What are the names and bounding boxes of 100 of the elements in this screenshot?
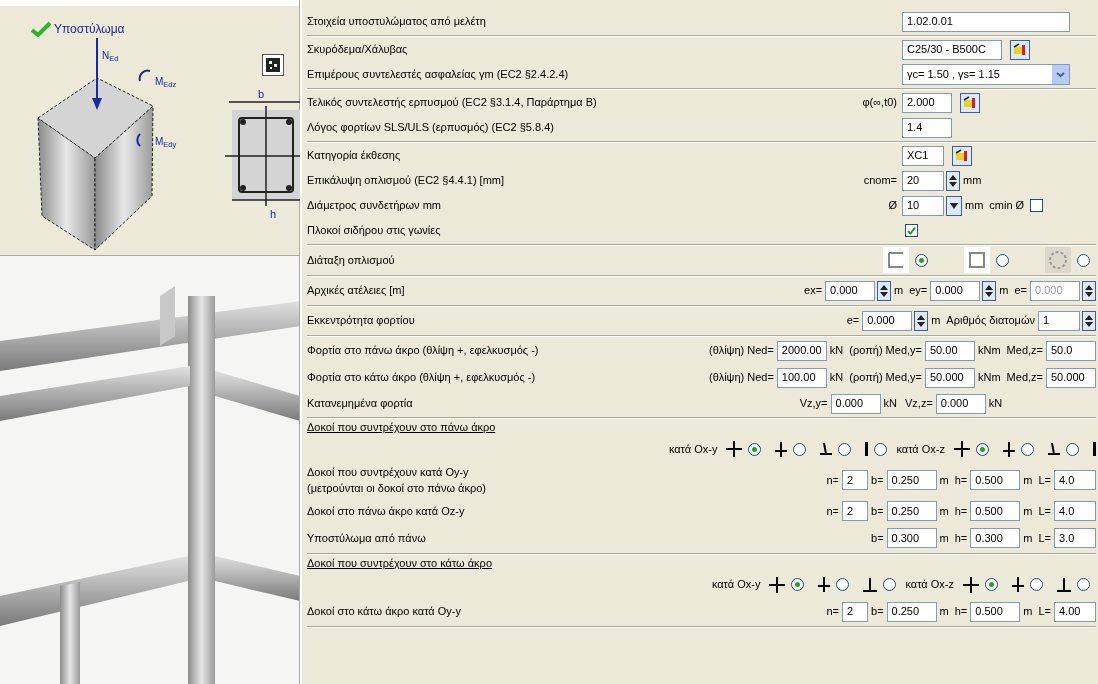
radio-button[interactable] bbox=[793, 442, 807, 456]
rebar-layout-icon bbox=[964, 247, 990, 273]
input-field[interactable]: 2 bbox=[842, 601, 868, 622]
input-field[interactable]: 0.000 bbox=[862, 310, 913, 331]
input-field[interactable]: 0.250 bbox=[886, 601, 937, 622]
input-field[interactable]: XC1 bbox=[902, 145, 944, 166]
control-label: m bbox=[893, 283, 905, 299]
input-field[interactable]: 50.00 bbox=[925, 340, 975, 361]
control-label: kN bbox=[987, 396, 1004, 412]
radio-button[interactable] bbox=[1030, 578, 1043, 591]
spin-button[interactable] bbox=[982, 280, 997, 301]
radio-button[interactable] bbox=[1077, 253, 1090, 267]
radio-button[interactable] bbox=[1077, 578, 1090, 591]
setting-label: Υποστύλωμα από πάνω bbox=[307, 530, 427, 546]
radio-button[interactable] bbox=[915, 253, 928, 267]
control-label: (ροπή) Med,y= bbox=[848, 370, 923, 386]
radio-button[interactable] bbox=[883, 578, 897, 591]
radio-button[interactable] bbox=[748, 442, 762, 456]
beam-junction-icon bbox=[1003, 441, 1015, 457]
input-field[interactable]: 50.0 bbox=[1046, 340, 1096, 361]
input-field[interactable]: 0.500 bbox=[970, 601, 1021, 622]
control-label: m bbox=[1022, 530, 1034, 546]
radio-button[interactable] bbox=[838, 442, 852, 456]
spin-button[interactable] bbox=[914, 310, 929, 331]
input-field[interactable]: 1.4 bbox=[902, 117, 952, 138]
section-heading: Δοκοί που συντρέχουν στο κάτω άκρο bbox=[307, 556, 492, 569]
control-label: Vz,y= bbox=[798, 396, 829, 412]
input-field[interactable]: 50.000 bbox=[925, 367, 975, 388]
input-field[interactable]: 0.250 bbox=[886, 470, 937, 490]
radio-button[interactable] bbox=[874, 442, 888, 456]
material-button[interactable] bbox=[960, 92, 980, 113]
input-field[interactable]: 0.000 bbox=[830, 393, 881, 414]
input-field[interactable]: 2000.00 bbox=[776, 340, 827, 361]
input-field[interactable]: 1.02.0.01 bbox=[902, 11, 1070, 32]
diagram-label: M$_{Edz}$ bbox=[155, 75, 177, 89]
input-field[interactable]: 2 bbox=[842, 470, 868, 490]
control-label: m bbox=[1022, 604, 1034, 620]
input-field[interactable]: 0.500 bbox=[970, 501, 1021, 521]
checkbox[interactable] bbox=[1030, 199, 1044, 212]
control-label: b= bbox=[870, 503, 885, 519]
material-button[interactable] bbox=[952, 145, 972, 166]
input-field[interactable]: 1 bbox=[1038, 310, 1080, 331]
spin-button[interactable] bbox=[1082, 280, 1096, 301]
radio-button[interactable] bbox=[791, 578, 805, 591]
material-button[interactable] bbox=[1010, 39, 1030, 60]
spin-button[interactable] bbox=[946, 170, 960, 191]
radio-button[interactable] bbox=[836, 578, 850, 591]
setting-label: Κατηγορία έκθεσης bbox=[307, 148, 402, 164]
view-button[interactable] bbox=[262, 54, 284, 76]
check-icon bbox=[30, 21, 52, 37]
input-field[interactable]: 20 bbox=[902, 170, 944, 191]
input-field[interactable]: 2.000 bbox=[902, 92, 952, 113]
input-field[interactable]: 2 bbox=[842, 501, 868, 521]
up-down-icon bbox=[880, 283, 889, 298]
setting-label: Στοιχεία υποστυλώματος από μελέτη bbox=[307, 14, 487, 30]
input-field[interactable]: 4.0 bbox=[1054, 470, 1096, 490]
beam-junction-icon bbox=[1093, 442, 1096, 456]
input-field[interactable]: 50.000 bbox=[1046, 367, 1096, 388]
input-field[interactable]: 0.000 bbox=[825, 280, 876, 301]
input-field[interactable]: 0.000 bbox=[930, 280, 981, 301]
input-field[interactable]: 10 bbox=[902, 195, 944, 216]
setting-note: (μετρούνται οι δοκοί στο πάνω άκρο) bbox=[307, 481, 488, 496]
control-label: cmin Ø bbox=[988, 198, 1026, 214]
control-label: L= bbox=[1037, 472, 1052, 488]
control-label: L= bbox=[1037, 503, 1052, 519]
checkbox[interactable] bbox=[905, 224, 918, 237]
input-field[interactable]: 0.300 bbox=[970, 528, 1021, 548]
input-field[interactable]: 100.00 bbox=[776, 367, 827, 388]
tool-icon bbox=[955, 148, 969, 163]
spin-button[interactable] bbox=[877, 280, 892, 301]
radio-button[interactable] bbox=[996, 253, 1009, 267]
input-field[interactable]: 0.300 bbox=[886, 528, 937, 548]
control-label: h= bbox=[953, 503, 969, 519]
input-field[interactable]: C25/30 - B500C bbox=[902, 39, 1002, 60]
control-label: (ροπή) Med,y= bbox=[848, 343, 923, 359]
control-label: m bbox=[930, 313, 942, 329]
radio-button[interactable] bbox=[976, 442, 989, 456]
up-down-icon bbox=[917, 313, 926, 328]
input-field[interactable]: 0.500 bbox=[970, 470, 1021, 490]
control-label: Med,z= bbox=[1005, 370, 1044, 386]
dropdown-button[interactable] bbox=[946, 195, 962, 216]
control-label: n= bbox=[825, 604, 840, 620]
control-label: L= bbox=[1037, 604, 1052, 620]
control-label: kNm bbox=[977, 370, 1002, 386]
control-label: m bbox=[1022, 503, 1034, 519]
input-field[interactable]: 0.000 bbox=[935, 393, 986, 414]
control-label: m bbox=[938, 530, 950, 546]
radio-button[interactable] bbox=[1066, 442, 1079, 456]
input-field[interactable]: 4.0 bbox=[1054, 501, 1096, 521]
input-field[interactable]: 4.00 bbox=[1054, 601, 1096, 622]
control-label: κατά Ox-y bbox=[710, 577, 762, 593]
spin-button[interactable] bbox=[1082, 310, 1096, 331]
setting-label: Τελικός συντελεστής ερπυσμού (EC2 §3.1.4, Παράρτημα Β) bbox=[307, 95, 598, 111]
radio-button[interactable] bbox=[1021, 442, 1034, 456]
radio-button[interactable] bbox=[985, 578, 998, 591]
setting-label: Διάταξη οπλισμού bbox=[307, 252, 396, 268]
input-field[interactable]: 0.250 bbox=[886, 501, 937, 521]
control-label: h= bbox=[953, 604, 969, 620]
input-field[interactable]: 3.0 bbox=[1054, 528, 1096, 548]
dropdown[interactable]: γc= 1.50 , γs= 1.15 bbox=[902, 64, 1070, 85]
